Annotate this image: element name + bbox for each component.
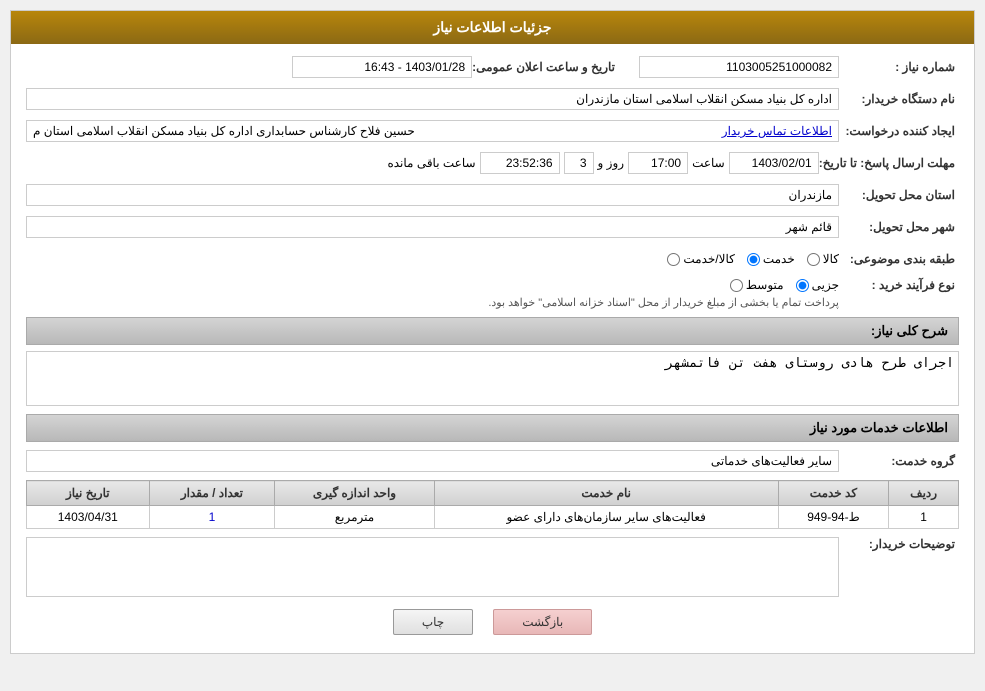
deadline-time: 17:00 — [628, 152, 688, 174]
cell-qty: 1 — [149, 506, 275, 529]
category-kala-radio[interactable] — [807, 253, 820, 266]
col-row: ردیف — [889, 481, 959, 506]
buyer-notes-textarea[interactable] — [26, 537, 839, 597]
col-code: کد خدمت — [778, 481, 888, 506]
cell-date: 1403/04/31 — [27, 506, 150, 529]
col-name: نام خدمت — [434, 481, 778, 506]
buyer-org-value: اداره کل بنیاد مسکن انقلاب اسلامی استان … — [26, 88, 839, 110]
process-jozei-item: جزیی — [796, 278, 839, 292]
province-label: استان محل تحویل: — [839, 188, 959, 202]
buyer-notes-label: توضیحات خریدار: — [839, 537, 959, 551]
cell-row: 1 — [889, 506, 959, 529]
category-khadamat-label: خدمت — [763, 252, 795, 266]
category-label: طبقه بندی موضوعی: — [839, 252, 959, 266]
description-textarea[interactable] — [26, 351, 959, 406]
creator-link[interactable]: اطلاعات تماس خریدار — [722, 124, 832, 138]
deadline-time-label: ساعت — [692, 156, 725, 170]
cell-name: فعالیت‌های سایر سازمان‌های دارای عضو — [434, 506, 778, 529]
category-kala-item: کالا — [807, 252, 839, 266]
city-label: شهر محل تحویل: — [839, 220, 959, 234]
creator-name: حسین فلاح کارشناس حسابداری اداره کل بنیا… — [33, 124, 415, 138]
process-label: نوع فرآیند خرید : — [839, 278, 959, 292]
back-button[interactable]: بازگشت — [493, 609, 592, 635]
deadline-date: 1403/02/01 — [729, 152, 819, 174]
deadline-day-label: روز و — [598, 156, 625, 170]
category-kala-label: کالا — [823, 252, 839, 266]
service-group-label: گروه خدمت: — [839, 454, 959, 468]
process-note: پرداخت تمام یا بخشی از مبلغ خریدار از مح… — [26, 296, 839, 309]
process-motavaset-radio[interactable] — [730, 279, 743, 292]
col-date: تاریخ نیاز — [27, 481, 150, 506]
category-kala-khadamat-radio[interactable] — [667, 253, 680, 266]
process-motavaset-label: متوسط — [746, 278, 784, 292]
deadline-remaining: 23:52:36 — [480, 152, 560, 174]
announcement-date-label: تاریخ و ساعت اعلان عمومی: — [472, 60, 619, 74]
category-kala-khadamat-label: کالا/خدمت — [683, 252, 734, 266]
category-group: کالا/خدمت خدمت کالا — [26, 252, 839, 266]
services-table: ردیف کد خدمت نام خدمت واحد اندازه گیری ت… — [26, 480, 959, 529]
announcement-date-value: 1403/01/28 - 16:43 — [292, 56, 472, 78]
category-khadamat-radio[interactable] — [747, 253, 760, 266]
description-section-header: شرح کلی نیاز: — [26, 317, 959, 345]
deadline-remaining-label: ساعت باقی مانده — [387, 156, 475, 170]
page-title: جزئیات اطلاعات نیاز — [11, 11, 974, 44]
creator-label: ایجاد کننده درخواست: — [839, 124, 959, 138]
category-khadamat-item: خدمت — [747, 252, 795, 266]
buyer-org-label: نام دستگاه خریدار: — [839, 92, 959, 106]
need-number-value: 1103005251000082 — [639, 56, 839, 78]
col-unit: واحد اندازه گیری — [275, 481, 434, 506]
deadline-days: 3 — [564, 152, 594, 174]
cell-unit: مترمربع — [275, 506, 434, 529]
service-group-value: سایر فعالیت‌های خدماتی — [26, 450, 839, 472]
province-value: مازندران — [26, 184, 839, 206]
print-button[interactable]: چاپ — [393, 609, 473, 635]
deadline-label: مهلت ارسال پاسخ: تا تاریخ: — [819, 156, 959, 170]
city-value: قائم شهر — [26, 216, 839, 238]
services-section-header: اطلاعات خدمات مورد نیاز — [26, 414, 959, 442]
category-kala-khadamat-item: کالا/خدمت — [667, 252, 734, 266]
process-jozei-label: جزیی — [812, 278, 839, 292]
need-number-label: شماره نیاز : — [839, 60, 959, 74]
table-row: 1 ط-94-949 فعالیت‌های سایر سازمان‌های دا… — [27, 506, 959, 529]
process-jozei-radio[interactable] — [796, 279, 809, 292]
process-motavaset-item: متوسط — [730, 278, 784, 292]
cell-code: ط-94-949 — [778, 506, 888, 529]
action-buttons: بازگشت چاپ — [26, 609, 959, 635]
col-qty: تعداد / مقدار — [149, 481, 275, 506]
